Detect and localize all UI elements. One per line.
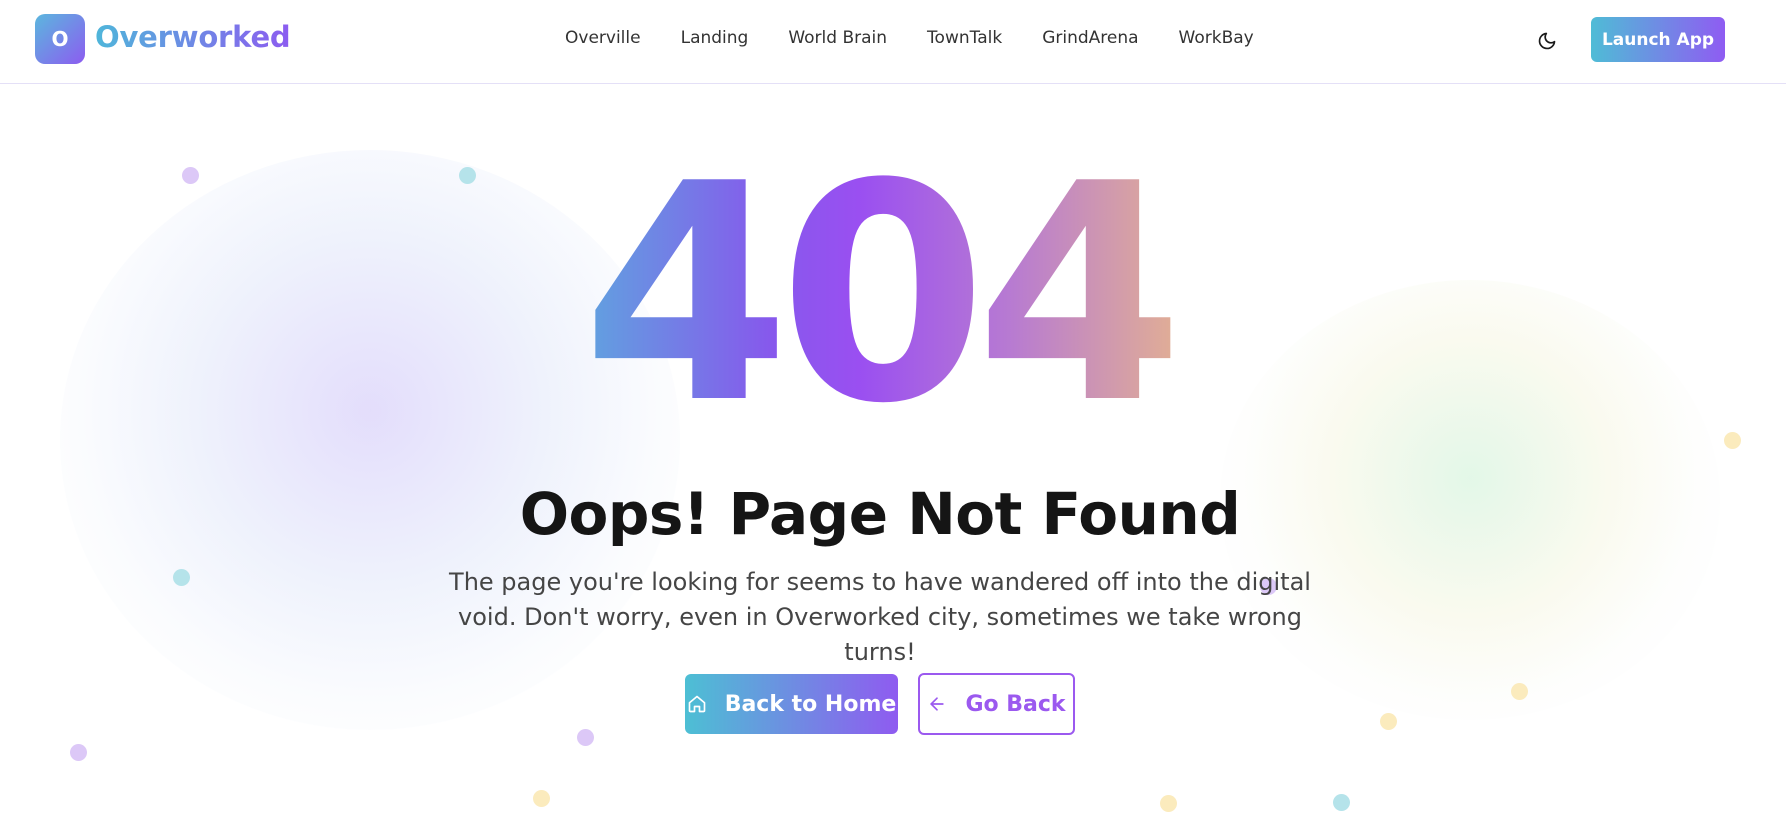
home-icon	[687, 694, 707, 714]
main-nav: Overville Landing World Brain TownTalk G…	[565, 28, 1294, 48]
launch-app-button[interactable]: Launch App	[1591, 17, 1725, 62]
decor-dot	[459, 167, 476, 184]
nav-link-grindarena[interactable]: GrindArena	[1042, 28, 1138, 48]
decor-dot	[1511, 683, 1528, 700]
back-to-home-label: Back to Home	[724, 691, 897, 717]
decor-dot	[1380, 713, 1397, 730]
arrow-left-icon	[927, 694, 947, 714]
brand-name[interactable]: Overworked	[95, 20, 291, 54]
nav-link-overville[interactable]: Overville	[565, 28, 641, 48]
back-to-home-button[interactable]: Back to Home	[685, 674, 898, 734]
decor-dot	[1333, 794, 1350, 811]
decor-dot	[182, 167, 199, 184]
logo-letter: O	[51, 27, 69, 51]
go-back-label: Go Back	[965, 691, 1066, 717]
moon-icon	[1538, 32, 1556, 50]
decor-dot	[1724, 432, 1741, 449]
logo-icon[interactable]: O	[35, 14, 85, 64]
decor-dot	[1160, 795, 1177, 812]
decor-dot	[577, 729, 594, 746]
decor-dot	[70, 744, 87, 761]
nav-link-landing[interactable]: Landing	[681, 28, 749, 48]
page-title: Oops! Page Not Found	[519, 480, 1241, 548]
top-navbar: O Overworked Overville Landing World Bra…	[0, 0, 1786, 84]
decor-dot	[173, 569, 190, 586]
error-description: The page you're looking for seems to hav…	[449, 568, 1311, 666]
theme-toggle-button[interactable]	[1532, 26, 1562, 56]
nav-link-world-brain[interactable]: World Brain	[788, 28, 887, 48]
decor-dot	[533, 790, 550, 807]
error-code: 404	[577, 145, 1184, 445]
go-back-button[interactable]: Go Back	[918, 673, 1075, 735]
nav-link-workbay[interactable]: WorkBay	[1179, 28, 1254, 48]
nav-link-towntalk[interactable]: TownTalk	[927, 28, 1002, 48]
